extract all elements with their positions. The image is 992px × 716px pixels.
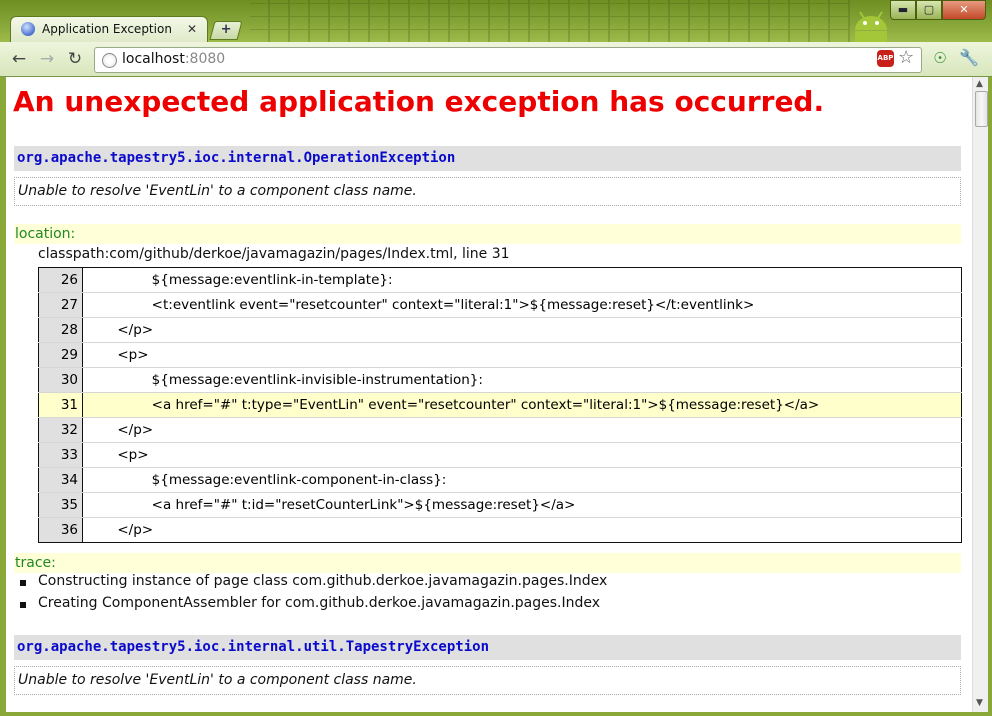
source-line: 26 ${message:eventlink-in-template}: [38, 267, 962, 293]
scroll-up-icon[interactable]: ▲ [976, 79, 983, 89]
line-number: 34 [38, 467, 83, 493]
scrollbar-thumb[interactable] [975, 91, 988, 127]
tab-close-icon[interactable]: ✕ [187, 22, 197, 36]
exception-class-header: org.apache.tapestry5.ioc.internal.util.T… [14, 635, 961, 660]
line-code: </p> [83, 522, 154, 538]
bookmark-star-icon[interactable]: ☆ [898, 47, 914, 68]
line-number-text: 35 [60, 497, 78, 513]
line-number-text: 34 [60, 472, 78, 488]
source-line: 30 ${message:eventlink-invisible-instrum… [38, 367, 962, 393]
window-border [988, 77, 992, 716]
line-number: 27 [38, 292, 83, 318]
trace-label-row: trace: [14, 553, 961, 573]
maximize-button[interactable]: ▢ [916, 0, 942, 20]
source-line: 27 <t:eventlink event="resetcounter" con… [38, 292, 962, 318]
line-code: ${message:eventlink-invisible-instrument… [82, 367, 962, 393]
exception-class-link[interactable]: org.apache.tapestry5.ioc.internal.util.T… [17, 639, 489, 655]
source-line: 36 </p> [38, 517, 962, 543]
trace-item: Creating ComponentAssembler for com.gith… [19, 595, 607, 617]
vertical-scrollbar[interactable]: ▲ ▼ [972, 77, 989, 712]
title-bar: Application Exception ✕ + ▬ ▢ ✕ [0, 0, 992, 43]
address-bar[interactable]: localhost:8080 [94, 47, 922, 73]
source-line: 31 <a href="#" t:type="EventLin" event="… [38, 392, 962, 418]
line-number-text: 28 [60, 322, 78, 338]
window-controls: ▬ ▢ ✕ [890, 0, 986, 20]
trace-label: trace: [15, 555, 56, 571]
line-number-text: 33 [60, 447, 78, 463]
trace-list: Constructing instance of page class com.… [14, 573, 607, 617]
line-code: <a href="#" t:id="resetCounterLink">${me… [82, 492, 962, 518]
favicon-icon [21, 22, 35, 36]
extension-icon[interactable]: ☉ [930, 49, 950, 69]
toolbar: ← → ↻ localhost:8080 ABP ☆ ☉ 🔧 [0, 42, 992, 77]
exception-message-text: Unable to resolve 'EventLin' to a compon… [18, 672, 417, 688]
line-number: 33 [38, 442, 83, 468]
exception-message: Unable to resolve 'EventLin' to a compon… [14, 177, 961, 206]
forward-arrow-icon[interactable]: → [36, 49, 58, 69]
line-number: 29 [38, 342, 83, 368]
back-arrow-icon[interactable]: ← [8, 49, 30, 69]
source-line: 28 </p> [38, 317, 962, 343]
line-code: </p> [82, 417, 962, 443]
minimize-button[interactable]: ▬ [890, 0, 916, 20]
line-number-text: 29 [60, 347, 78, 363]
browser-window: Application Exception ✕ + ▬ ▢ ✕ ← → ↻ lo… [0, 0, 992, 716]
line-number-text: 27 [60, 297, 78, 313]
location-label: location: [15, 226, 76, 242]
line-number-text: 30 [60, 372, 78, 388]
scroll-down-icon[interactable]: ▼ [976, 698, 983, 708]
exception-message: Unable to resolve 'EventLin' to a compon… [14, 666, 961, 695]
line-code: <a href="#" t:type="EventLin" event="res… [82, 392, 962, 418]
new-tab-button[interactable]: + [209, 21, 243, 40]
line-code: ${message:eventlink-component-in-class}: [82, 467, 962, 493]
plus-icon: + [220, 22, 232, 37]
globe-icon [102, 53, 117, 68]
line-number: 28 [38, 317, 83, 343]
line-number-text: 26 [60, 272, 78, 288]
source-line: 34 ${message:eventlink-component-in-clas… [38, 467, 962, 493]
page-content: An unexpected application exception has … [6, 77, 972, 712]
exception-class-link[interactable]: org.apache.tapestry5.ioc.internal.Operat… [17, 150, 455, 166]
line-code: ${message:eventlink-in-template}: [82, 267, 962, 293]
source-line: 29 <p> [38, 342, 962, 368]
page-title: An unexpected application exception has … [13, 85, 825, 118]
line-number-text: 31 [60, 397, 78, 413]
adblock-icon[interactable]: ABP [877, 50, 894, 67]
line-number-text: 36 [60, 522, 78, 538]
location-label-row: location: [14, 224, 961, 244]
source-line: 32 </p> [38, 417, 962, 443]
line-number: 36 [38, 517, 83, 543]
location-value: classpath:com/github/derkoe/javamagazin/… [38, 246, 510, 262]
line-number: 35 [38, 492, 83, 518]
line-code: <p> [82, 342, 962, 368]
line-code: <p> [82, 442, 962, 468]
source-line: 35 <a href="#" t:id="resetCounterLink">$… [38, 492, 962, 518]
exception-message-text: Unable to resolve 'EventLin' to a compon… [18, 183, 417, 199]
tab-application-exception[interactable]: Application Exception ✕ [10, 16, 208, 43]
line-number: 30 [38, 367, 83, 393]
line-code: <t:eventlink event="resetcounter" contex… [82, 292, 962, 318]
tab-title: Application Exception [42, 22, 172, 36]
line-code: </p> [82, 317, 962, 343]
url-host: localhost [122, 51, 185, 67]
source-line: 33 <p> [38, 442, 962, 468]
wrench-menu-icon[interactable]: 🔧 [958, 48, 980, 70]
source-listing: 26 ${message:eventlink-in-template}: 27 <… [38, 267, 962, 543]
url-text: localhost:8080 [122, 51, 225, 67]
line-number-text: 32 [60, 422, 78, 438]
url-port: :8080 [184, 51, 226, 67]
exception-class-header: org.apache.tapestry5.ioc.internal.Operat… [14, 146, 961, 171]
reload-icon[interactable]: ↻ [64, 49, 86, 69]
close-window-button[interactable]: ✕ [942, 0, 986, 20]
window-border [0, 712, 992, 716]
line-number: 26 [38, 267, 83, 293]
theme-pattern [250, 0, 850, 42]
line-number: 31 [38, 392, 83, 418]
trace-item: Constructing instance of page class com.… [19, 573, 607, 595]
line-number: 32 [38, 417, 83, 443]
